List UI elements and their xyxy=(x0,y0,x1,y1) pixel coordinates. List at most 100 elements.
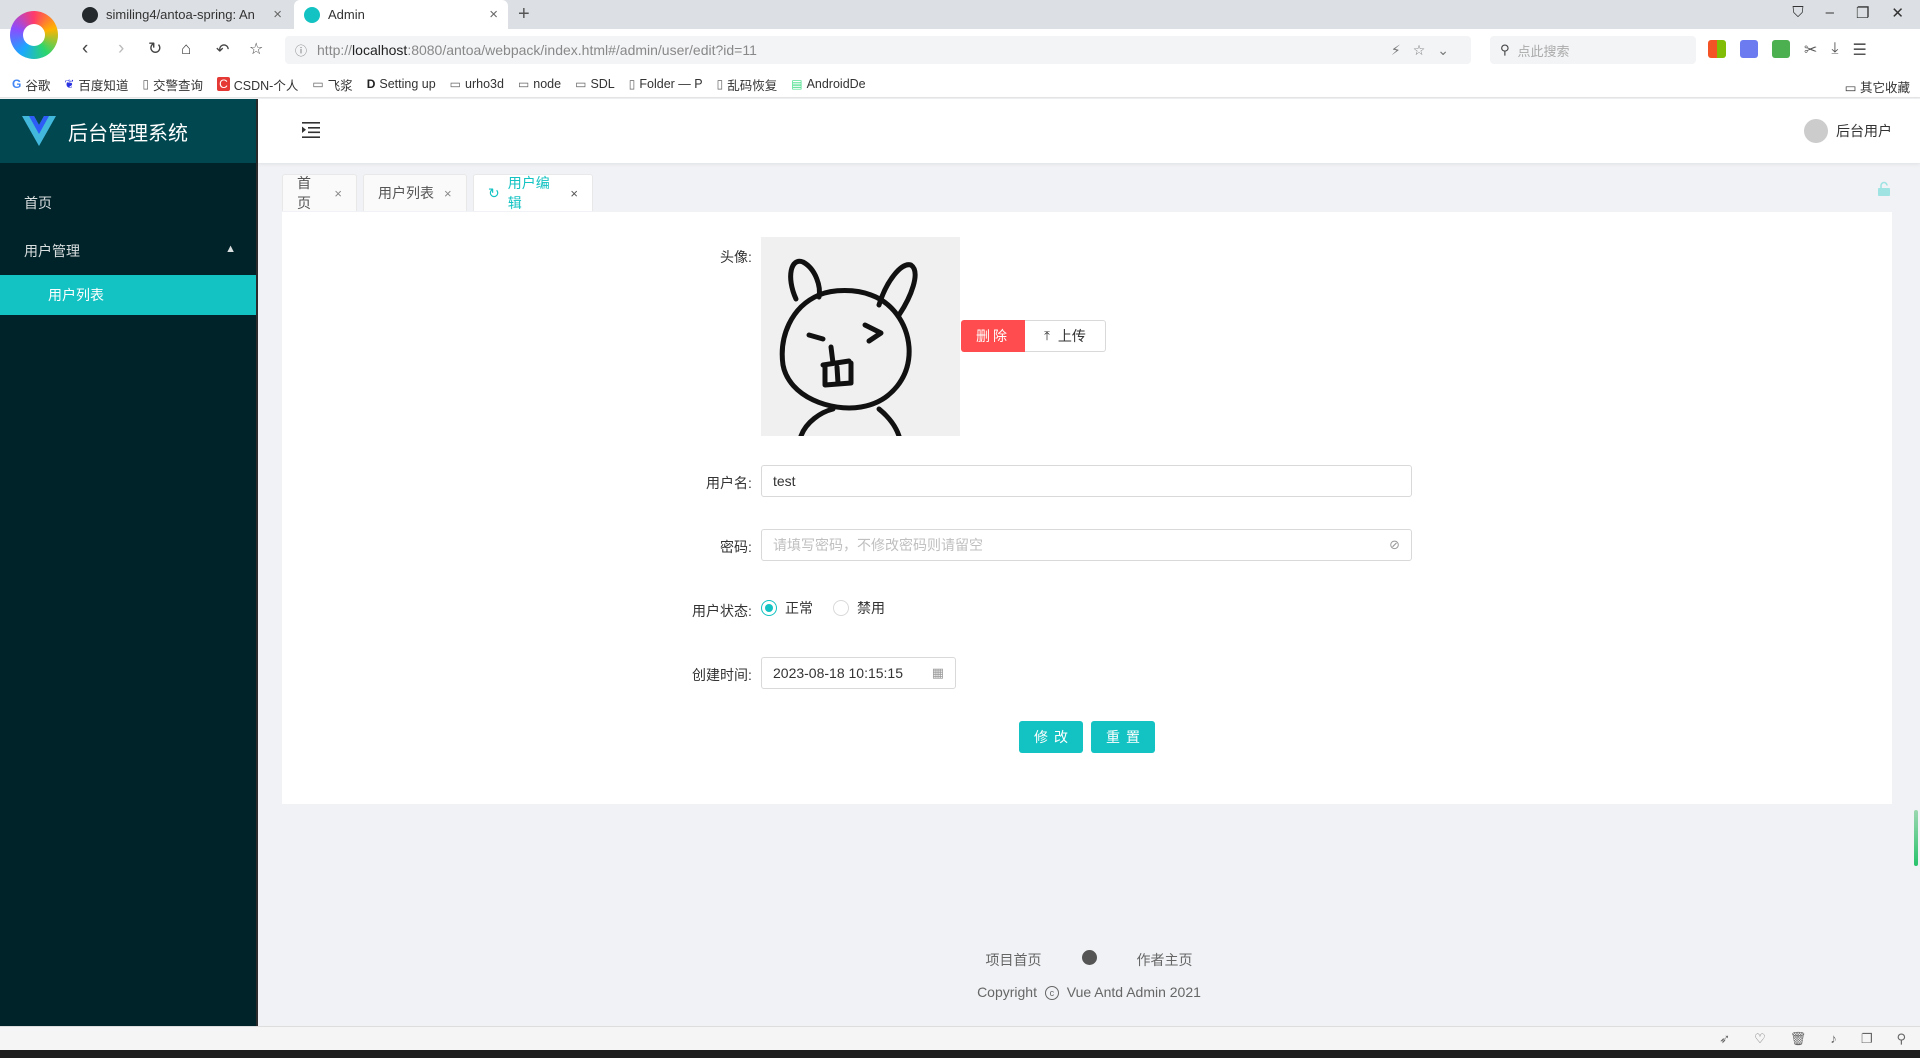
project-home-link[interactable]: 项目首页 xyxy=(986,950,1042,970)
tab-user-edit[interactable]: ↻ 用户编辑 × xyxy=(473,174,593,211)
eye-invisible-icon[interactable]: ⊘ xyxy=(1389,537,1400,553)
tab-user-list[interactable]: 用户列表 × xyxy=(363,174,467,211)
bookmark-item[interactable]: ▭ SDL xyxy=(575,77,615,91)
bookmark-item[interactable]: ▭ node xyxy=(518,77,561,91)
folder-icon: ▭ xyxy=(312,77,324,91)
download-icon[interactable]: ⤓ xyxy=(1831,40,1838,60)
bookmark-item[interactable]: ▭ 飞浆 xyxy=(312,75,352,94)
avatar-label: 头像: xyxy=(720,249,752,265)
new-tab-button[interactable]: + xyxy=(518,3,530,26)
submit-button[interactable]: 修改 xyxy=(1019,721,1083,753)
header-user[interactable]: 后台用户 xyxy=(1804,119,1892,143)
bookmark-item[interactable]: C CSDN-个人 xyxy=(217,75,298,94)
bookmark-window-icon[interactable]: ⛉ xyxy=(1792,4,1803,22)
page-footer: 项目首页 作者主页 Copyright c Vue Antd Admin 202… xyxy=(258,950,1920,1001)
logo-area[interactable]: 后台管理系统 xyxy=(0,99,256,163)
undo-icon[interactable]: ↶ xyxy=(216,40,229,60)
bookmark-item[interactable]: G 谷歌 xyxy=(12,75,50,94)
form-card xyxy=(282,212,1892,804)
sidebar-item-user-management[interactable]: 用户管理 ▲ xyxy=(0,227,256,275)
close-tab-icon[interactable]: × xyxy=(273,6,282,23)
bookmark-item[interactable]: ▤ AndroidDe xyxy=(791,77,865,91)
created-time-picker[interactable]: 2023-08-18 10:15:15 ▦ xyxy=(761,657,956,689)
csdn-icon: C xyxy=(217,77,230,91)
reset-button[interactable]: 重置 xyxy=(1091,721,1155,753)
status-label: 用户状态: xyxy=(692,603,752,619)
status-radio-group: 正常 禁用 xyxy=(761,598,905,618)
radio-button[interactable] xyxy=(833,600,849,616)
bookmark-item[interactable]: ▯ 乱码恢复 xyxy=(717,75,778,94)
close-window-icon[interactable]: ✕ xyxy=(1891,4,1904,22)
forward-icon[interactable]: › xyxy=(118,38,124,60)
folder-icon: ▭ xyxy=(1844,81,1860,95)
restore-icon[interactable]: ❐ xyxy=(1856,4,1869,22)
bookmark-item[interactable]: ▯ 交警查询 xyxy=(142,75,203,94)
password-input[interactable]: 请填写密码，不修改密码则请留空 ⊘ xyxy=(761,529,1412,561)
radio-button[interactable] xyxy=(761,600,777,616)
bookmark-item[interactable]: ▯ Folder — P xyxy=(629,77,703,91)
folder-icon: ▭ xyxy=(575,77,587,91)
rabbit-drawing xyxy=(779,258,918,436)
back-icon[interactable]: ‹ xyxy=(82,38,88,60)
vue-logo-icon xyxy=(22,116,56,146)
browser-search-bar[interactable]: ⚲ 点此搜索 xyxy=(1490,36,1696,64)
home-icon[interactable]: ⌂ xyxy=(181,39,191,59)
upload-avatar-button[interactable]: ⤒ 上传 xyxy=(1025,320,1106,352)
scissors-icon[interactable]: ✂ xyxy=(1804,40,1817,60)
menu-icon[interactable]: ☰ xyxy=(1852,40,1866,60)
close-tab-icon[interactable]: × xyxy=(489,6,498,23)
reload-icon[interactable]: ↻ xyxy=(148,39,162,59)
bookmark-item[interactable]: ▭ urho3d xyxy=(450,77,504,91)
url-action-icons[interactable]: ⚡☆⌄ xyxy=(1391,42,1461,59)
copyright-text: Vue Antd Admin 2021 xyxy=(1066,984,1201,1000)
other-bookmarks[interactable]: ▭ 其它收藏 xyxy=(1845,77,1910,96)
screen-ext-icon[interactable] xyxy=(1740,40,1758,58)
zoom-icon[interactable]: ⚲ xyxy=(1896,1031,1906,1047)
username-input[interactable]: test xyxy=(761,465,1412,497)
bookmark-item[interactable]: D Setting up xyxy=(367,77,436,91)
page-icon: ▯ xyxy=(142,77,150,91)
search-icon: ⚲ xyxy=(1500,42,1510,57)
tab-home[interactable]: 首页 × xyxy=(282,174,357,211)
rocket-icon[interactable]: ➶ xyxy=(1719,1031,1730,1047)
unlock-icon[interactable] xyxy=(1876,181,1892,197)
window-controls: ⛉ – ❐ ✕ xyxy=(1792,4,1904,22)
sound-icon[interactable]: ♪ xyxy=(1830,1031,1837,1047)
windows-ext-icon[interactable] xyxy=(1708,40,1726,58)
chevron-up-icon: ▲ xyxy=(225,243,236,255)
status-option-normal[interactable]: 正常 xyxy=(761,598,813,618)
copyright-prefix: Copyright xyxy=(977,984,1037,1000)
tab-label: 用户列表 xyxy=(378,185,434,201)
url-text[interactable]: http://localhost:8080/antoa/webpack/inde… xyxy=(317,42,1391,58)
sidebar-item-user-list[interactable]: 用户列表 xyxy=(0,275,256,315)
close-icon[interactable]: × xyxy=(444,186,452,201)
d-icon: D xyxy=(366,77,376,91)
scroll-indicator[interactable] xyxy=(1914,810,1918,866)
bookmark-item[interactable]: ❦ 百度知道 xyxy=(64,75,128,94)
sidebar-item-home[interactable]: 首页 xyxy=(0,179,256,227)
site-info-icon[interactable]: ⓘ xyxy=(295,42,307,59)
minimize-icon[interactable]: – xyxy=(1826,4,1834,22)
browser-tab-admin[interactable]: Admin × xyxy=(294,0,508,29)
close-icon[interactable]: × xyxy=(570,186,578,201)
heart-icon[interactable]: ♡ xyxy=(1754,1031,1766,1047)
browser-tab-title: Admin xyxy=(328,7,365,22)
author-home-link[interactable]: 作者主页 xyxy=(1137,950,1193,970)
browser-tab-github[interactable]: similing4/antoa-spring: An × xyxy=(72,0,292,29)
browser-logo-icon[interactable] xyxy=(10,11,58,59)
star-icon[interactable]: ☆ xyxy=(249,39,263,59)
close-icon[interactable]: × xyxy=(334,186,342,201)
status-option-disabled[interactable]: 禁用 xyxy=(833,598,885,618)
radio-label: 正常 xyxy=(785,600,813,616)
menu-fold-icon[interactable] xyxy=(302,121,320,139)
grid-ext-icon[interactable] xyxy=(1772,40,1790,58)
trash-icon[interactable]: 🗑 xyxy=(1790,1031,1807,1047)
tab-label: 首页 xyxy=(297,175,311,211)
address-bar[interactable]: ⓘ http://localhost:8080/antoa/webpack/in… xyxy=(285,36,1471,64)
delete-avatar-button[interactable]: 删除 xyxy=(961,320,1025,352)
folder-icon: ▭ xyxy=(517,77,530,91)
baidu-icon: ❦ xyxy=(64,77,75,91)
window-icon[interactable]: ❐ xyxy=(1861,1031,1873,1047)
github-icon[interactable] xyxy=(1081,950,1097,965)
avatar-image[interactable] xyxy=(761,237,960,436)
